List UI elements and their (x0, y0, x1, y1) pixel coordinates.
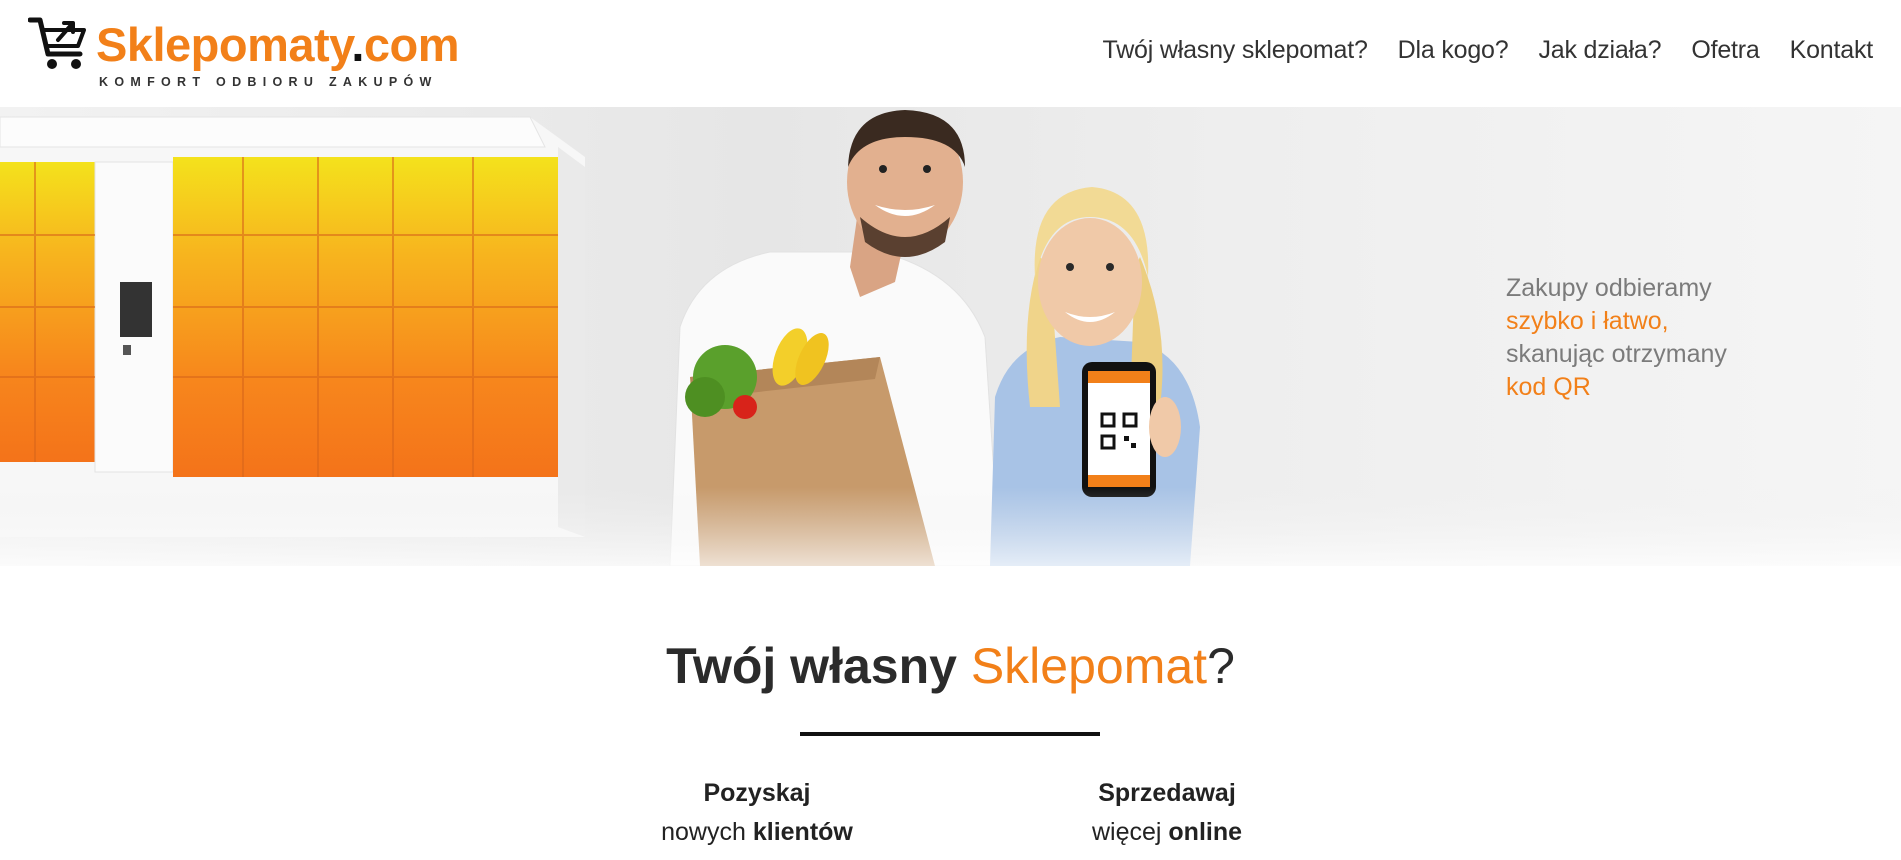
parcel-locker-illustration (0, 116, 585, 537)
feature-subtitle: więcej online (1091, 818, 1243, 846)
section-title: Twój własny Sklepomat? (666, 638, 1235, 694)
feature-new-clients: Pozyskaj nowych klientów (627, 774, 887, 852)
hero-line-1: Zakupy odbieramy (1506, 274, 1712, 302)
brand-tagline: KOMFORT ODBIORU ZAKUPÓW (99, 75, 438, 89)
nav-item-how-it-works[interactable]: Jak działa? (1538, 36, 1661, 65)
section-divider (800, 732, 1100, 736)
phone-qr-illustration (1082, 362, 1156, 497)
feature-subtitle: nowych klientów (661, 818, 853, 846)
hero-line-2: szybko i łatwo, (1506, 307, 1669, 335)
nav-item-offer[interactable]: Ofetra (1691, 36, 1759, 65)
hero-caption: Zakupy odbieramy szybko i łatwo, skanują… (1506, 272, 1727, 404)
hero-banner: Zakupy odbieramy szybko i łatwo, skanują… (0, 107, 1901, 566)
logo-link[interactable]: Sklepomaty.com KOMFORT ODBIORU ZAKUPÓW (28, 14, 478, 94)
hero-line-4: kod QR (1506, 373, 1591, 401)
hero-line-3: skanując otrzymany (1506, 340, 1727, 368)
brand-name: Sklepomaty.com (96, 18, 460, 71)
feature-sell-online: Sprzedawaj więcej online (1037, 774, 1297, 852)
nav-item-for-whom[interactable]: Dla kogo? (1398, 36, 1509, 65)
main-nav: Twój własny sklepomat? Dla kogo? Jak dzi… (1103, 36, 1874, 65)
nav-item-own-sklepomat[interactable]: Twój własny sklepomat? (1103, 36, 1368, 65)
shopping-cart-icon (28, 17, 86, 69)
site-header: Sklepomaty.com KOMFORT ODBIORU ZAKUPÓW T… (0, 0, 1901, 107)
nav-item-contact[interactable]: Kontakt (1790, 36, 1874, 65)
feature-title: Sprzedawaj (1098, 779, 1236, 807)
feature-title: Pozyskaj (703, 779, 811, 807)
